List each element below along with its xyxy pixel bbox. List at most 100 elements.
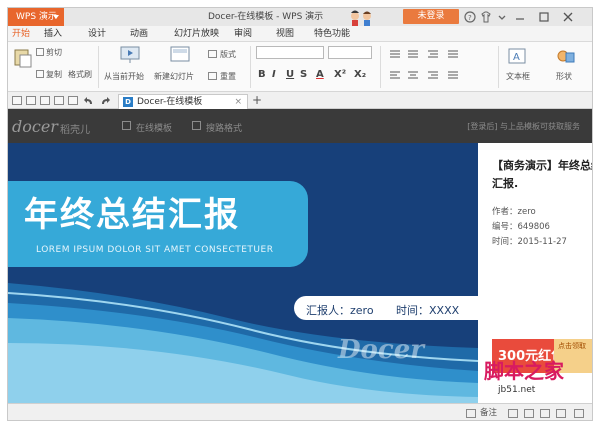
format-painter-button[interactable]: 格式刷 <box>68 69 92 80</box>
textbox-icon[interactable]: A <box>508 48 526 64</box>
login-button[interactable]: 未登录 <box>403 9 459 24</box>
docer-tab-icon: D <box>123 97 133 107</box>
app-window: WPS 演示 Docer-在线模板 - WPS 演示 未登录 ? 开始 插入 设… <box>7 7 593 421</box>
nav-online-template[interactable]: 在线模板 <box>136 121 172 134</box>
promo-claim-label: 点击领取 <box>558 342 586 350</box>
copy-icon <box>36 70 44 78</box>
ribbon-divider <box>98 46 99 88</box>
italic-button[interactable]: I <box>272 69 276 80</box>
site-watermark: 脚本之家 <box>484 359 564 383</box>
undo-icon[interactable] <box>84 96 94 105</box>
tab-slideshow[interactable]: 幻灯片放映 <box>174 26 219 42</box>
copy-button[interactable]: 复制 <box>46 69 62 80</box>
tab-design[interactable]: 设计 <box>88 26 106 42</box>
font-color-button[interactable]: A <box>316 69 324 80</box>
slide-subtitle: LOREM IPSUM DOLOR SIT AMET CONSECTETUER <box>36 245 274 255</box>
paste-icon[interactable] <box>12 46 34 68</box>
reset-icon <box>208 72 217 80</box>
nav-search-format[interactable]: 搜路格式 <box>206 121 242 134</box>
superscript-button[interactable]: X² <box>334 69 346 80</box>
slide-sorter-icon[interactable] <box>524 409 534 418</box>
slide-preview[interactable]: 年终总结汇报 LOREM IPSUM DOLOR SIT AMET CONSEC… <box>8 143 478 403</box>
title-bar: WPS 演示 Docer-在线模板 - WPS 演示 未登录 ? <box>8 8 592 29</box>
tab-review[interactable]: 审阅 <box>234 26 252 42</box>
login-label: 未登录 <box>417 11 445 21</box>
ribbon-divider <box>250 46 251 88</box>
cut-icon <box>36 48 44 56</box>
open-icon[interactable] <box>26 96 36 105</box>
site-url: jb51.net <box>498 385 536 395</box>
tab-special[interactable]: 特色功能 <box>314 26 350 42</box>
app-menu-button[interactable]: WPS 演示 <box>8 8 64 26</box>
menu-bar: 开始 插入 设计 动画 幻灯片放映 审阅 视图 特色功能 <box>8 26 592 42</box>
play-from-current-icon[interactable] <box>120 46 140 64</box>
status-bar: 备注 <box>8 403 592 420</box>
reporter-label: 汇报人：zero <box>306 304 374 317</box>
ribbon-divider <box>498 46 499 88</box>
notes-button[interactable]: 备注 <box>480 404 497 420</box>
minimize-icon[interactable] <box>514 11 526 23</box>
report-time-label: 时间：XXXX <box>396 304 460 317</box>
tab-view[interactable]: 视图 <box>276 26 294 42</box>
normal-view-icon[interactable] <box>508 409 518 418</box>
cut-button[interactable]: 剪切 <box>46 47 62 58</box>
template-title: 【商务演示】年终总结汇报. <box>492 159 593 190</box>
print-icon[interactable] <box>54 96 64 105</box>
menu-icon[interactable] <box>496 11 508 23</box>
chevron-down-icon <box>53 15 59 19</box>
add-tab-button[interactable]: + <box>252 92 262 109</box>
docer-logo[interactable]: docer <box>12 117 58 136</box>
bold-button[interactable]: B <box>258 69 266 80</box>
new-slide-icon[interactable] <box>170 46 190 64</box>
font-size-select[interactable] <box>328 46 372 59</box>
search-format-nav-icon <box>192 121 201 130</box>
underline-button[interactable]: U <box>286 69 294 80</box>
slideshow-view-icon[interactable] <box>556 409 566 418</box>
svg-text:?: ? <box>468 14 472 22</box>
ribbon-divider <box>380 46 381 88</box>
shape-icon[interactable] <box>556 48 576 64</box>
layout-icon <box>208 50 217 58</box>
template-date: 时间：2015-11-27 <box>492 237 567 247</box>
subscript-button[interactable]: X₂ <box>354 69 366 80</box>
strikethrough-button[interactable]: S <box>300 69 307 80</box>
maximize-icon[interactable] <box>538 11 550 23</box>
help-icon[interactable]: ? <box>464 11 476 23</box>
tab-animation[interactable]: 动画 <box>130 26 148 42</box>
docer-header: docer 稻壳儿 在线模板 搜路格式 [登录后] 与上品模板可获取服务 <box>8 109 592 143</box>
tab-insert[interactable]: 插入 <box>44 26 62 42</box>
new-slide-button[interactable]: 新建幻灯片 <box>154 71 194 82</box>
ribbon-toolbar: 剪切 复制 格式刷 从当前开始 新建幻灯片 版式 重置 B I U S A X²… <box>8 42 592 92</box>
close-icon[interactable] <box>562 11 574 23</box>
svg-text:A: A <box>513 52 520 63</box>
slide-title: 年终总结汇报 <box>24 195 240 235</box>
notes-icon <box>466 409 476 418</box>
new-doc-icon[interactable] <box>12 96 22 105</box>
doc-tab-label: Docer-在线模板 <box>137 97 203 107</box>
reset-button[interactable]: 重置 <box>220 71 236 82</box>
layout-button[interactable]: 版式 <box>220 49 236 60</box>
tab-docer-online-template[interactable]: D Docer-在线模板 × <box>118 94 248 109</box>
template-author: 作者：zero <box>492 207 536 217</box>
quick-access-bar: D Docer-在线模板 × + <box>8 92 592 109</box>
paragraph-tools-icon[interactable] <box>388 48 488 88</box>
reading-view-icon[interactable] <box>540 409 550 418</box>
font-family-select[interactable] <box>256 46 324 59</box>
textbox-button[interactable]: 文本框 <box>506 71 530 82</box>
docer-login-hint[interactable]: [登录后] 与上品模板可获取服务 <box>467 121 580 132</box>
save-icon[interactable] <box>40 96 50 105</box>
close-tab-icon[interactable]: × <box>234 95 242 110</box>
app-menu-label: WPS 演示 <box>16 12 57 22</box>
template-nav-icon <box>122 121 131 130</box>
fit-window-icon[interactable] <box>574 409 584 418</box>
template-preview-area: 年终总结汇报 LOREM IPSUM DOLOR SIT AMET CONSEC… <box>8 143 593 403</box>
from-current-button[interactable]: 从当前开始 <box>104 71 144 82</box>
skin-icon[interactable] <box>480 11 492 23</box>
redo-icon[interactable] <box>100 96 110 105</box>
docer-watermark: Docer <box>338 335 424 365</box>
preview-icon[interactable] <box>68 96 78 105</box>
template-number: 编号：649806 <box>492 222 550 232</box>
shape-button[interactable]: 形状 <box>556 71 572 82</box>
tab-home[interactable]: 开始 <box>12 26 30 42</box>
window-title: Docer-在线模板 - WPS 演示 <box>208 12 324 22</box>
